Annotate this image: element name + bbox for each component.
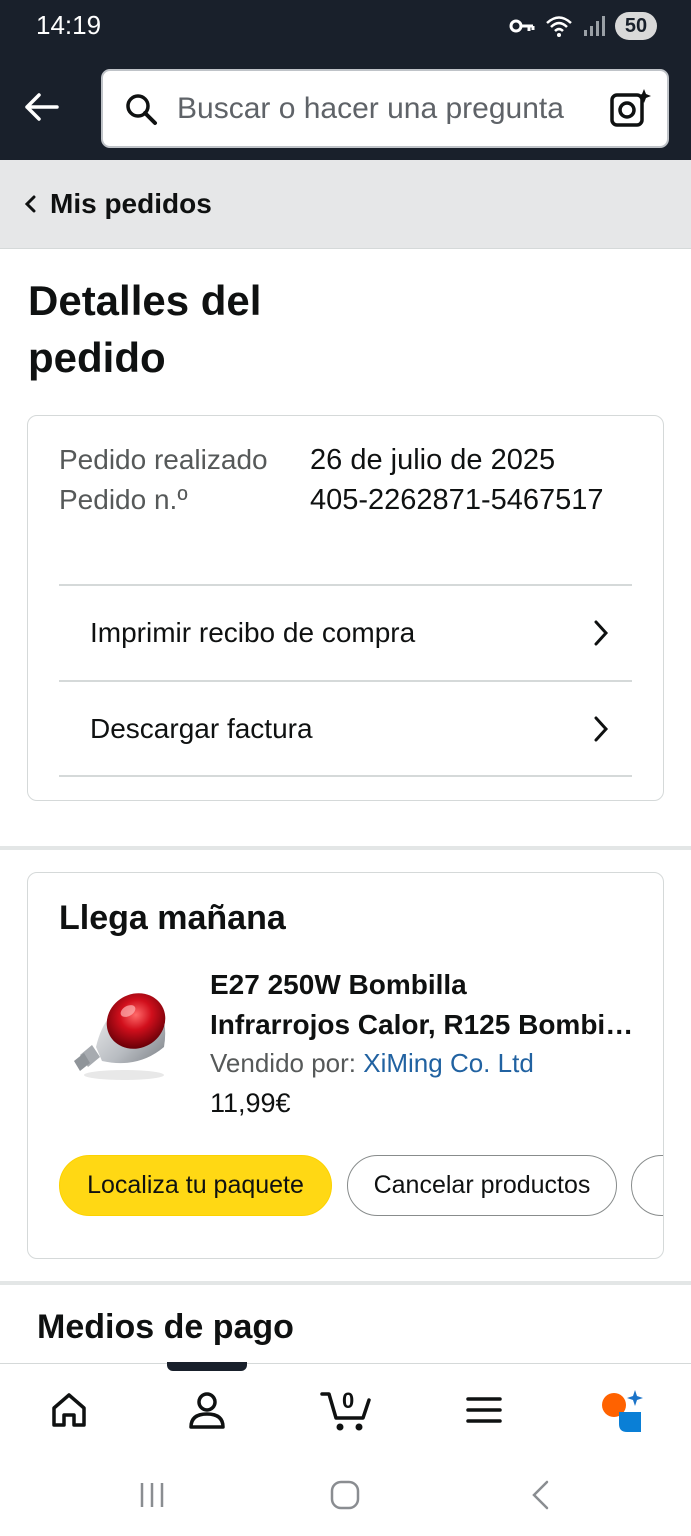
breadcrumb[interactable]: Mis pedidos (0, 160, 691, 249)
search-icon (126, 94, 157, 125)
order-info-labels: Pedido realizado Pedido n.º (59, 440, 279, 520)
app-header (0, 52, 691, 160)
section-divider (0, 846, 691, 850)
product-title[interactable]: E27 250W Bombilla Infrarrojos Calor, R12… (210, 965, 640, 1045)
nav-menu[interactable] (454, 1382, 514, 1438)
chevron-left-icon (24, 194, 40, 214)
cancel-products-button[interactable]: Cancelar productos (347, 1155, 617, 1216)
print-receipt-link[interactable]: Imprimir recibo de compra (59, 584, 632, 680)
payment-section-title: Medios de pago (37, 1308, 294, 1346)
camera-search-icon[interactable] (609, 87, 651, 129)
rufus-icon (602, 1390, 643, 1432)
nav-rufus[interactable] (592, 1382, 652, 1438)
chevron-right-icon (594, 620, 609, 646)
seller-label: Vendido por: (210, 1048, 357, 1078)
recent-apps-icon (140, 1483, 164, 1507)
product-title-line-1: E27 250W Bombilla (210, 969, 467, 1000)
nav-cart[interactable]: 0 (316, 1382, 376, 1438)
track-package-button[interactable]: Localiza tu paquete (59, 1155, 332, 1216)
print-receipt-label: Imprimir recibo de compra (90, 617, 416, 648)
cart-count: 0 (342, 1388, 355, 1413)
bottom-nav: 0 (0, 1362, 691, 1453)
order-placed-value: 26 de julio de 2025 (310, 444, 556, 476)
back-chevron-icon (532, 1480, 549, 1510)
page-title: Detalles del pedido (28, 277, 262, 381)
nav-home[interactable] (39, 1382, 99, 1438)
seller-info: Vendido por: XiMing Co. Ltd (210, 1045, 534, 1081)
divider (59, 775, 632, 777)
active-tab-indicator (167, 1362, 247, 1371)
breadcrumb-label: Mis pedidos (50, 188, 212, 219)
wifi-icon (546, 16, 572, 37)
arrow-left-icon (25, 93, 59, 121)
download-invoice-link[interactable]: Descargar factura (59, 680, 632, 776)
delivery-card: Llega mañana E27 250W Bombilla Infrarroj… (27, 872, 664, 1259)
product-title-line-2: Infrarrojos Calor, R125 Bombilla Calefac… (210, 1009, 640, 1040)
search-box[interactable] (101, 69, 669, 148)
search-input[interactable] (177, 71, 597, 146)
battery-indicator: 50 (615, 12, 657, 40)
order-placed-label: Pedido realizado (59, 444, 268, 475)
chevron-right-icon (594, 716, 609, 742)
delivery-title: Llega mañana (59, 899, 286, 937)
download-invoice-label: Descargar factura (90, 713, 313, 744)
signal-icon (584, 16, 605, 36)
order-info-card: Pedido realizado Pedido n.º 26 de julio … (27, 415, 664, 801)
back-button[interactable] (18, 84, 64, 130)
account-icon (189, 1392, 225, 1429)
home-circle-icon (330, 1480, 360, 1510)
system-nav (0, 1453, 691, 1536)
vpn-key-icon (509, 19, 535, 33)
more-actions-button[interactable] (631, 1155, 663, 1216)
product-price: 11,99€ (210, 1088, 291, 1118)
seller-link[interactable]: XiMing Co. Ltd (363, 1048, 534, 1078)
status-time: 14:19 (36, 10, 102, 40)
section-divider (0, 1281, 691, 1285)
recent-apps-button[interactable] (132, 1475, 172, 1515)
status-icons: 50 (509, 10, 657, 42)
menu-icon (466, 1397, 502, 1423)
order-number-label: Pedido n.º (59, 484, 188, 515)
home-system-button[interactable] (325, 1475, 365, 1515)
back-system-button[interactable] (520, 1475, 560, 1515)
status-bar: 14:19 50 (0, 0, 691, 52)
order-info-values: 26 de julio de 2025 405-2262871-5467517 (310, 440, 604, 520)
product-image[interactable] (66, 975, 176, 1085)
nav-account[interactable] (177, 1382, 237, 1438)
home-icon (52, 1393, 86, 1427)
order-number-value: 405-2262871-5467517 (310, 484, 604, 516)
